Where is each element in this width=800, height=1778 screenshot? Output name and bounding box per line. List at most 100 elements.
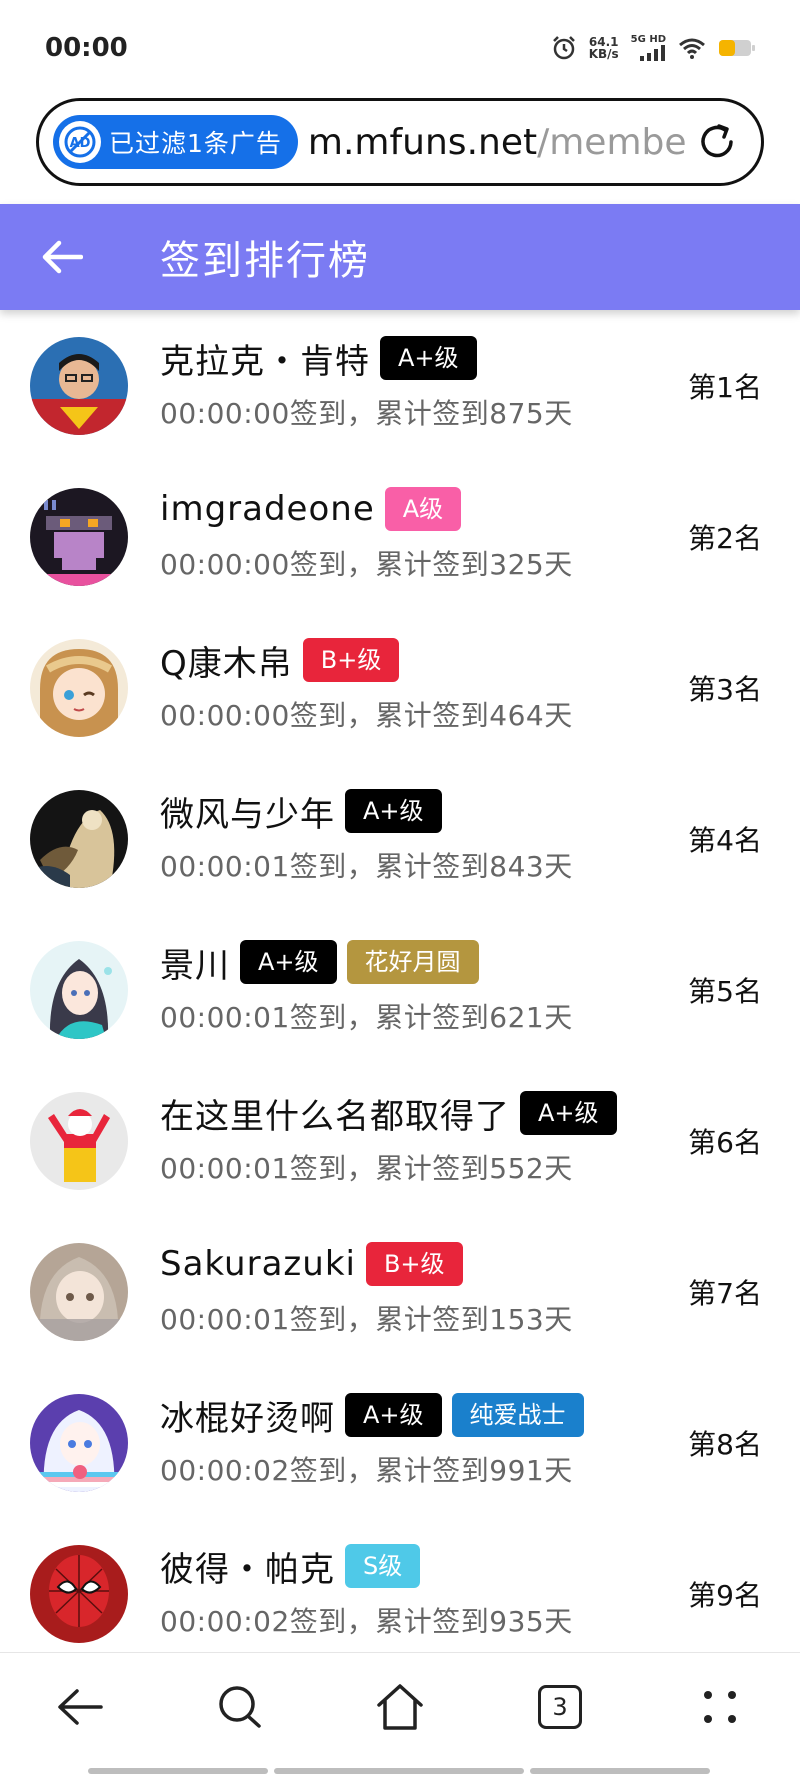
checkin-info: 00:00:00签到，累计签到325天 <box>160 548 573 581</box>
checkin-info: 00:00:01签到，累计签到153天 <box>160 1303 573 1336</box>
menu-icon[interactable] <box>680 1667 760 1747</box>
title-badge: 纯爱战士 <box>451 1393 584 1437</box>
row-info: 在这里什么名都取得了 A+级 00:00:01签到，累计签到552天 <box>160 1087 670 1187</box>
url-path: /membe <box>537 121 687 163</box>
list-item[interactable]: 彼得・帕克 S级 00:00:02签到，累计签到935天 第9名 <box>0 1518 800 1655</box>
row-info: imgradeone A级 00:00:00签到，累计签到325天 <box>160 483 670 583</box>
username[interactable]: 彼得・帕克 <box>160 1542 335 1591</box>
username[interactable]: 克拉克・肯特 <box>160 334 370 383</box>
reload-icon[interactable] <box>687 112 747 172</box>
ad-filter-pill[interactable]: AD 已过滤1条广告 <box>53 115 298 169</box>
avatar[interactable] <box>30 789 128 888</box>
gesture-bar-left <box>88 1768 268 1774</box>
rank-label: 第6名 <box>688 1125 762 1159</box>
avatar[interactable] <box>30 1544 128 1643</box>
url-field[interactable]: m.mfuns.net/membe <box>308 122 687 163</box>
rank-list: 克拉克・肯特 A+级 00:00:00签到，累计签到875天 第1名 imgra… <box>0 310 800 1655</box>
level-badge: B+级 <box>302 638 400 682</box>
name-line: Q康木帛 B+级 <box>160 634 670 686</box>
title-badge: 花好月圆 <box>346 940 479 984</box>
alarm-icon <box>551 35 577 61</box>
list-item[interactable]: Sakurazuki B+级 00:00:01签到，累计签到153天 第7名 <box>0 1216 800 1367</box>
avatar[interactable] <box>30 940 128 1039</box>
level-badge: A+级 <box>520 1091 617 1135</box>
list-item[interactable]: 微风与少年 A+级 00:00:01签到，累计签到843天 第4名 <box>0 763 800 914</box>
avatar[interactable] <box>30 1393 128 1492</box>
ad-block-icon: AD <box>59 121 101 163</box>
status-bar: 00:00 64.1 KB/s 5G HD <box>0 0 800 95</box>
network-label: 5G HD <box>630 34 666 45</box>
avatar[interactable] <box>30 638 128 737</box>
level-badge: A+级 <box>380 336 477 380</box>
rank-label: 第1名 <box>688 370 762 404</box>
name-line: 克拉克・肯特 A+级 <box>160 332 670 384</box>
checkin-info: 00:00:01签到，累计签到552天 <box>160 1152 573 1185</box>
username[interactable]: imgradeone <box>160 489 375 529</box>
list-item[interactable]: 景川 A+级 花好月圆 00:00:01签到，累计签到621天 第5名 <box>0 914 800 1065</box>
checkin-info: 00:00:01签到，累计签到843天 <box>160 850 573 883</box>
name-line: 在这里什么名都取得了 A+级 <box>160 1087 670 1139</box>
name-line: 景川 A+级 花好月圆 <box>160 936 670 988</box>
level-badge: S级 <box>345 1544 421 1588</box>
back-icon[interactable] <box>40 1667 120 1747</box>
level-badge: A+级 <box>345 789 442 833</box>
name-line: 彼得・帕克 S级 <box>160 1540 670 1592</box>
avatar[interactable] <box>30 487 128 586</box>
level-badge: B+级 <box>365 1242 463 1286</box>
tab-count: 3 <box>538 1684 582 1729</box>
page-header: 签到排行榜 <box>0 204 800 310</box>
username[interactable]: Sakurazuki <box>160 1244 356 1284</box>
avatar[interactable] <box>30 336 128 435</box>
page-title: 签到排行榜 <box>160 238 370 284</box>
row-info: 克拉克・肯特 A+级 00:00:00签到，累计签到875天 <box>160 332 670 432</box>
home-icon[interactable] <box>360 1667 440 1747</box>
username[interactable]: 冰棍好烫啊 <box>160 1391 335 1440</box>
name-line: 微风与少年 A+级 <box>160 785 670 837</box>
rank-label: 第3名 <box>688 672 762 706</box>
list-item[interactable]: Q康木帛 B+级 00:00:00签到，累计签到464天 第3名 <box>0 612 800 763</box>
username[interactable]: Q康木帛 <box>160 636 293 685</box>
search-icon[interactable] <box>200 1667 280 1747</box>
name-line: Sakurazuki B+级 <box>160 1238 670 1290</box>
avatar[interactable] <box>30 1091 128 1190</box>
checkin-info: 00:00:02签到，累计签到991天 <box>160 1454 573 1487</box>
list-item[interactable]: 克拉克・肯特 A+级 00:00:00签到，累计签到875天 第1名 <box>0 310 800 461</box>
level-badge: A+级 <box>345 1393 442 1437</box>
address-bar[interactable]: AD 已过滤1条广告 m.mfuns.net/membe <box>36 98 764 186</box>
list-item[interactable]: 在这里什么名都取得了 A+级 00:00:01签到，累计签到552天 第6名 <box>0 1065 800 1216</box>
back-arrow-icon[interactable] <box>22 217 102 297</box>
name-line: 冰棍好烫啊 A+级 纯爱战士 <box>160 1389 670 1441</box>
list-item[interactable]: 冰棍好烫啊 A+级 纯爱战士 00:00:02签到，累计签到991天 第8名 <box>0 1367 800 1518</box>
username[interactable]: 景川 <box>160 938 230 987</box>
level-badge: A+级 <box>240 940 337 984</box>
row-info: 微风与少年 A+级 00:00:01签到，累计签到843天 <box>160 785 670 885</box>
list-item[interactable]: imgradeone A级 00:00:00签到，累计签到325天 第2名 <box>0 461 800 612</box>
tabs-icon[interactable]: 3 <box>520 1667 600 1747</box>
rank-label: 第8名 <box>688 1427 762 1461</box>
ad-filter-text: 已过滤1条广告 <box>109 129 282 158</box>
avatar[interactable] <box>30 1242 128 1341</box>
gesture-bar-right <box>530 1768 710 1774</box>
battery-icon <box>718 38 756 58</box>
checkin-info: 00:00:02签到，累计签到935天 <box>160 1605 573 1638</box>
username[interactable]: 微风与少年 <box>160 787 335 836</box>
url-host: m.mfuns.net <box>307 121 538 163</box>
signal-icon: 5G HD <box>631 34 666 61</box>
rank-label: 第9名 <box>688 1578 762 1612</box>
level-badge: A级 <box>384 487 462 531</box>
row-info: 冰棍好烫啊 A+级 纯爱战士 00:00:02签到，累计签到991天 <box>160 1389 670 1489</box>
row-info: Q康木帛 B+级 00:00:00签到，累计签到464天 <box>160 634 670 734</box>
rank-label: 第7名 <box>688 1276 762 1310</box>
bottom-nav: 3 <box>0 1652 800 1778</box>
wifi-icon <box>678 37 706 59</box>
row-info: Sakurazuki B+级 00:00:01签到，累计签到153天 <box>160 1238 670 1338</box>
net-speed: 64.1 KB/s <box>588 34 619 61</box>
status-icons: 64.1 KB/s 5G HD <box>551 34 756 61</box>
checkin-info: 00:00:01签到，累计签到621天 <box>160 1001 573 1034</box>
row-info: 景川 A+级 花好月圆 00:00:01签到，累计签到621天 <box>160 936 670 1036</box>
rank-label: 第2名 <box>688 521 762 555</box>
status-time: 00:00 <box>45 32 128 63</box>
username[interactable]: 在这里什么名都取得了 <box>160 1089 510 1138</box>
name-line: imgradeone A级 <box>160 483 670 535</box>
checkin-info: 00:00:00签到，累计签到464天 <box>160 699 573 732</box>
